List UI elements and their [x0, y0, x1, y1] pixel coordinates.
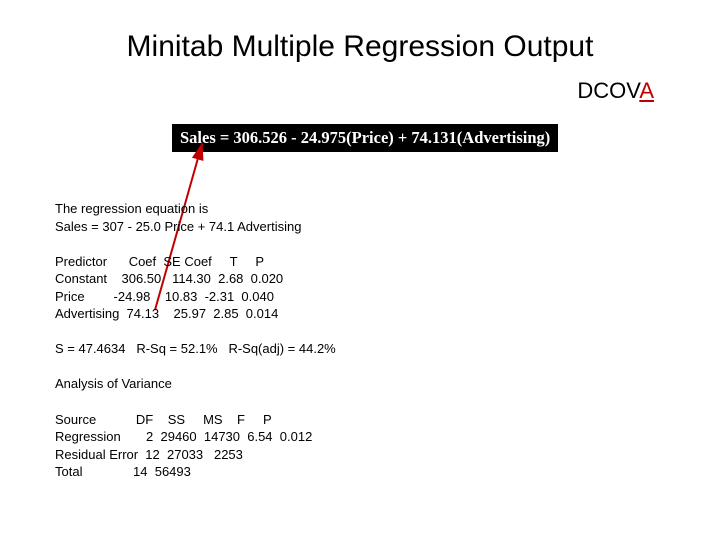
coef-row: Constant 306.50 114.30 2.68 0.020 [55, 271, 283, 286]
dcova-a: A [639, 78, 654, 103]
anova-row: Regression 2 29460 14730 6.54 0.012 [55, 429, 312, 444]
regression-output: The regression equation is Sales = 307 -… [55, 200, 336, 481]
coef-row: Price -24.98 10.83 -2.31 0.040 [55, 289, 274, 304]
slide: Minitab Multiple Regression Output DCOVA… [0, 0, 720, 540]
regression-equation-box: Sales = 306.526 - 24.975(Price) + 74.131… [172, 124, 558, 152]
anova-title: Analysis of Variance [55, 376, 172, 391]
slide-title: Minitab Multiple Regression Output [0, 30, 720, 64]
anova-row: Total 14 56493 [55, 464, 191, 479]
anova-header: Source DF SS MS F P [55, 412, 272, 427]
anova-row: Residual Error 12 27033 2253 [55, 447, 243, 462]
coef-row: Advertising 74.13 25.97 2.85 0.014 [55, 306, 278, 321]
stats-line: S = 47.4634 R-Sq = 52.1% R-Sq(adj) = 44.… [55, 341, 336, 356]
reg-intro-2: Sales = 307 - 25.0 Price + 74.1 Advertis… [55, 219, 301, 234]
coef-header: Predictor Coef SE Coef T P [55, 254, 264, 269]
dcova-prefix: DCOV [577, 78, 639, 103]
dcova-label: DCOVA [577, 78, 654, 104]
reg-intro-1: The regression equation is [55, 201, 208, 216]
